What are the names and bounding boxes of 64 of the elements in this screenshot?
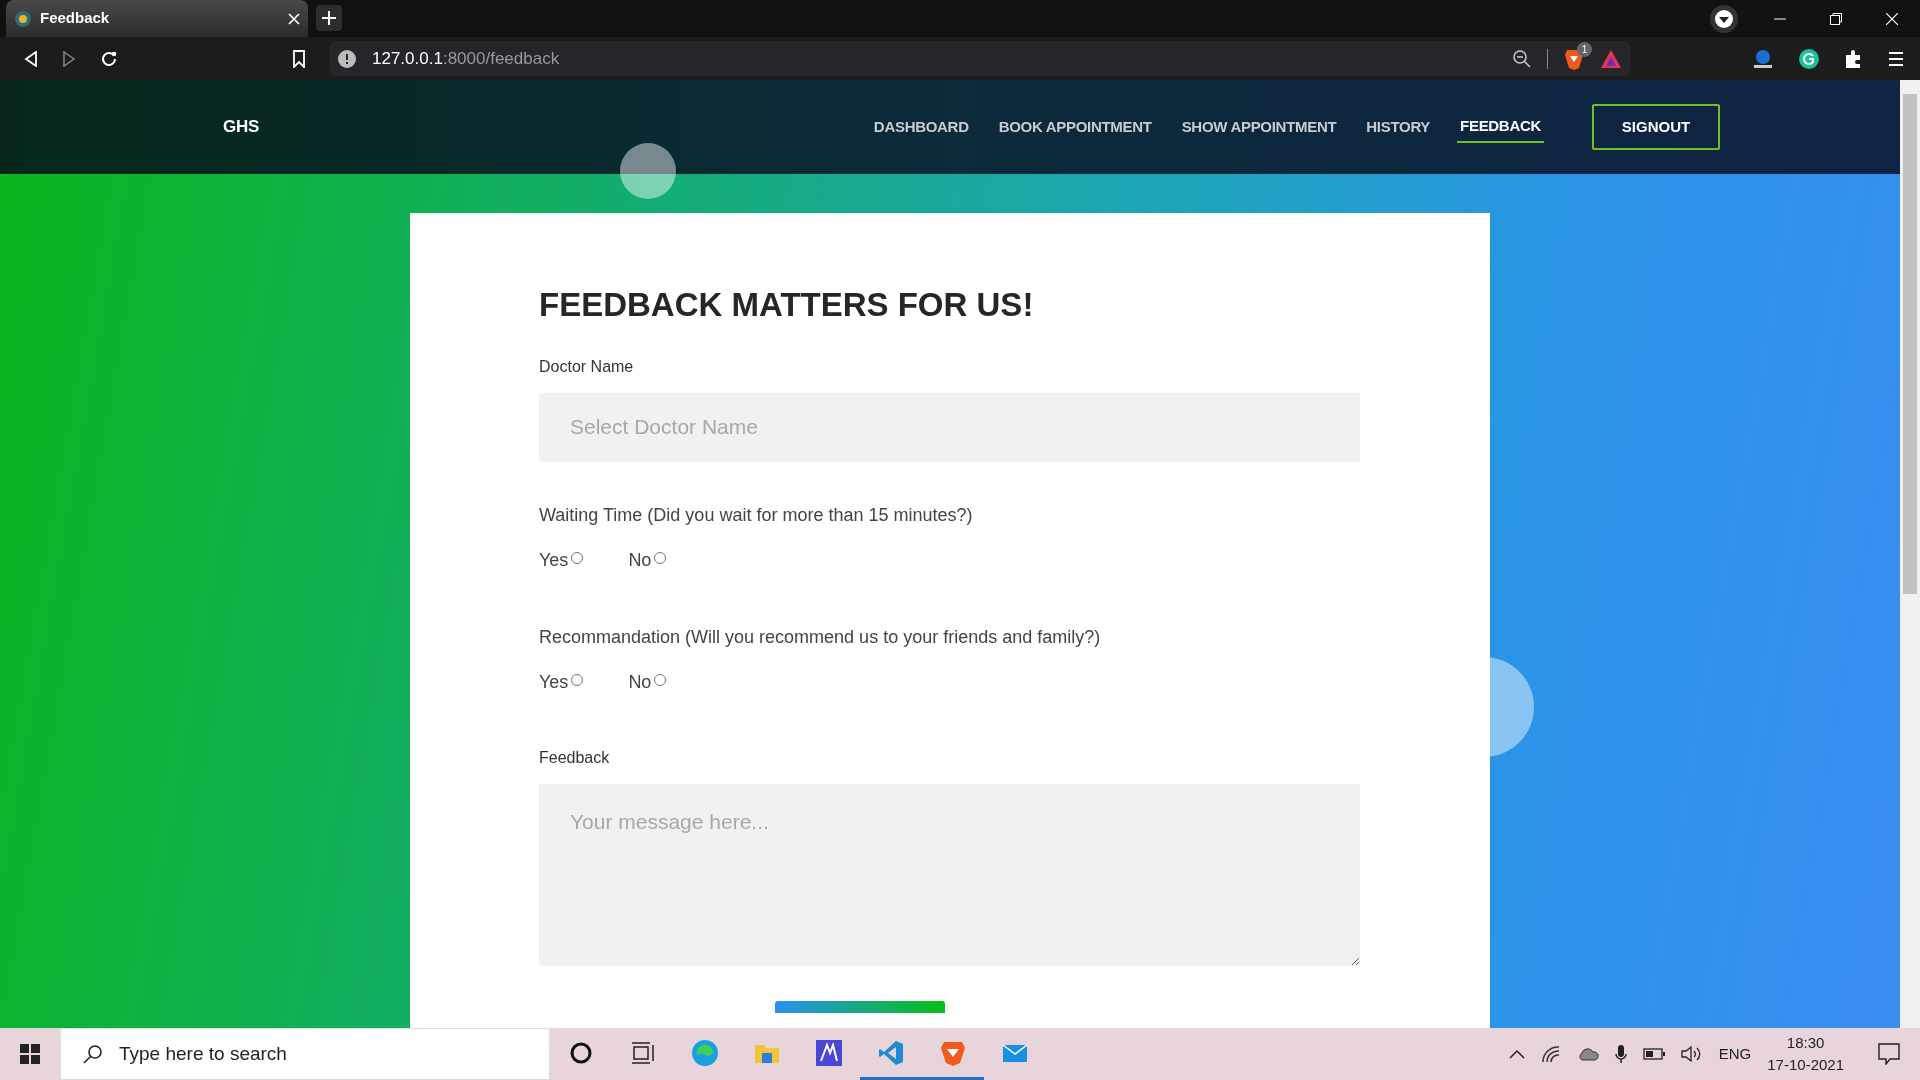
windows-start-icon[interactable] [20,1044,40,1064]
radio-button[interactable] [571,552,584,565]
address-bar[interactable]: 127.0.0.1:8000/feedback 1 [330,41,1630,76]
radio-button[interactable] [654,552,667,565]
triangle-icon[interactable] [1600,48,1622,69]
radio-button[interactable] [654,674,667,687]
url-text: 127.0.0.1:8000/feedback [372,47,561,70]
clock-time[interactable]: 18:30 [1767,1031,1844,1054]
shield-count-badge: 1 [1577,41,1592,57]
back-icon[interactable] [24,50,38,67]
field-label: Feedback [539,747,611,768]
nav-link[interactable]: FEEDBACK [1457,110,1544,144]
option-label: No [628,548,652,572]
clock-date[interactable]: 17-10-2021 [1767,1054,1844,1077]
signout-button[interactable]: SIGNOUT [1592,104,1720,150]
form-heading: FEEDBACK MATTERS FOR US! [539,285,1035,325]
restore-icon[interactable] [1830,12,1842,25]
info-icon [338,49,356,68]
browser-tab[interactable]: Feedback [6,0,308,37]
option-label: No [628,670,652,694]
lion-shield-icon[interactable] [1564,47,1584,70]
code-editor-icon [877,1038,905,1067]
download-icon[interactable] [1709,3,1739,34]
reader-extension-icon[interactable] [1752,47,1774,70]
close-icon[interactable] [288,12,300,25]
wifi-icon[interactable] [1540,1045,1561,1063]
grammar-extension-icon[interactable] [1798,47,1820,70]
notification-icon[interactable] [1878,1043,1900,1065]
field-label: Doctor Name [539,356,635,377]
question-text: Recommandation (Will you recommend us to your friends and family?) [539,625,1102,649]
nav-link[interactable]: DASHBOARD [870,111,972,143]
question-text: Waiting Time (Did you wait for more than 15 minutes?) [539,503,974,527]
submit-button[interactable] [775,1000,945,1013]
microphone-icon[interactable] [1614,1044,1627,1064]
reload-icon[interactable] [100,49,118,68]
site-icon [14,9,32,28]
editor-app-icon [815,1038,843,1067]
browser-swirl-icon [691,1038,719,1067]
doctor-name-field[interactable]: Select Doctor Name [539,392,1360,462]
chevron-up-icon[interactable] [1508,1049,1525,1059]
option-label: Yes [539,548,569,572]
zoom-out-icon[interactable] [1513,49,1531,68]
nav-link[interactable]: SHOW APPOINTMENT [1178,111,1340,143]
search-icon [83,1044,103,1064]
speaker-icon[interactable] [1680,1045,1703,1063]
taskbar-search-field[interactable]: Type here to search [60,1028,550,1080]
close-icon[interactable] [1886,12,1898,25]
forward-icon [62,50,76,67]
tab-title: Feedback [40,8,111,29]
option-label: Yes [539,670,569,694]
cloud-icon[interactable] [1576,1047,1599,1061]
menu-icon[interactable] [1888,50,1904,67]
plus-icon [322,11,336,25]
radio-button[interactable] [571,674,584,687]
battery-icon[interactable] [1642,1048,1665,1060]
nav-link[interactable]: BOOK APPOINTMENT [995,111,1155,143]
nav-link[interactable]: HISTORY [1363,111,1434,143]
feedback-field[interactable]: Your message here... [539,783,1360,966]
bookmark-icon[interactable] [292,49,306,68]
new-tab-button[interactable] [316,5,342,31]
brand-link[interactable]: GHS [220,110,262,144]
search-placeholder: Type here to search [119,1041,287,1066]
language-indicator[interactable]: ENG [1718,1042,1752,1066]
scrollbar[interactable] [1900,80,1920,1028]
